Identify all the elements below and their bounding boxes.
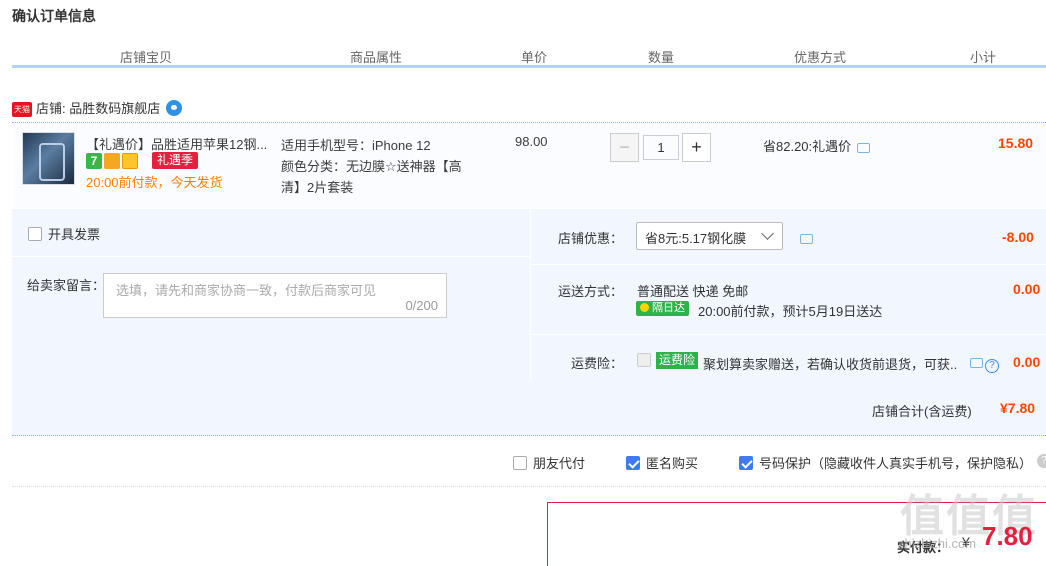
help-icon[interactable]: ?	[1037, 454, 1046, 468]
col-header-quantity: 数量	[648, 50, 675, 65]
invoice-label: 开具发票	[48, 227, 101, 242]
number-protect-checkbox[interactable]: 号码保护（隐藏收件人真实手机号，保护隐私）	[739, 453, 1032, 472]
seven-day-return-icon: 7	[86, 152, 102, 169]
message-icon[interactable]	[800, 230, 813, 245]
col-header-discount: 优惠方式	[794, 50, 847, 65]
promo-event-tag: 礼遇季	[152, 152, 199, 170]
friend-pay-label: 朋友代付	[533, 456, 586, 471]
anonymous-purchase-checkbox[interactable]: 匿名购买	[626, 453, 698, 472]
item-promo-text: 省82.20:礼遇价	[763, 139, 852, 154]
card-payment-icon	[122, 152, 138, 169]
shipping-fee: 0.00	[1013, 281, 1041, 297]
invoice-checkbox[interactable]: 开具发票	[28, 224, 100, 243]
unit-price: 98.00	[515, 134, 548, 149]
divider	[531, 334, 1046, 335]
shipping-label: 运送方式：	[558, 284, 624, 299]
divider	[12, 256, 530, 257]
divider	[12, 486, 1046, 487]
guarantee-icon	[104, 152, 120, 169]
insurance-tag: 运费险	[656, 352, 699, 369]
message-icon[interactable]	[857, 143, 871, 153]
qty-input[interactable]: 1	[643, 135, 679, 160]
checkbox-icon	[637, 353, 651, 367]
insurance-fee: 0.00	[1013, 354, 1041, 370]
insurance-label: 运费险：	[571, 356, 624, 371]
col-header-attributes: 商品属性	[350, 50, 403, 65]
checkbox-checked-icon[interactable]	[626, 456, 640, 470]
order-table-header: 店铺宝贝 商品属性 单价 数量 优惠方式 小计	[12, 44, 1046, 68]
next-day-badge: 隔日达	[636, 301, 689, 316]
checkbox-icon[interactable]	[513, 456, 527, 470]
attr-model: 适用手机型号：iPhone 12	[281, 138, 431, 153]
payment-total: 7.80	[982, 521, 1033, 551]
item-promo: 省82.20:礼遇价	[763, 136, 871, 155]
shop-discount-select[interactable]: 省8元:5.17钢化膜	[636, 222, 783, 250]
message-label: 给卖家留言：	[27, 278, 106, 293]
anonymous-label: 匿名购买	[646, 456, 699, 471]
shipping-eta: 20:00前付款，预计5月19日送达	[698, 304, 883, 319]
col-header-price: 单价	[521, 50, 548, 65]
message-placeholder: 选填，请先和商家协商一致，付款后商家可见	[116, 283, 377, 298]
insurance-checkbox	[637, 353, 657, 368]
shop-total-value: ¥7.80	[1000, 400, 1036, 416]
checkbox-icon[interactable]	[28, 227, 42, 241]
service-tags: 7 礼遇季	[86, 152, 199, 170]
product-attributes: 适用手机型号：iPhone 12 颜色分类：无边膜☆送神器【高清】2片套装	[281, 135, 471, 198]
chat-wangwang-icon[interactable]	[166, 100, 183, 116]
shop-line: 天猫 店铺: 品胜数码旗舰店	[12, 98, 183, 117]
shop-discount-label: 店铺优惠：	[558, 231, 624, 246]
shipping-method: 普通配送 快递 免邮	[637, 284, 749, 299]
message-counter: 0/200	[405, 298, 438, 313]
product-name-link[interactable]: 【礼遇价】品胜适用苹果12钢...	[86, 134, 272, 153]
qty-plus-button[interactable]: +	[682, 133, 711, 162]
number-protect-label: 号码保护（隐藏收件人真实手机号，保护隐私）	[759, 456, 1033, 471]
chevron-down-icon	[761, 227, 774, 240]
shop-name[interactable]: 店铺: 品胜数码旗舰店	[36, 101, 160, 116]
qty-minus-button[interactable]: −	[610, 133, 639, 162]
friend-pay-checkbox[interactable]: 朋友代付	[513, 453, 585, 472]
shop-discount-value: -8.00	[1002, 229, 1034, 245]
seller-message-textarea[interactable]: 选填，请先和商家协商一致，付款后商家可见 0/200	[103, 273, 447, 318]
divider	[531, 264, 1046, 265]
tmall-badge-icon: 天猫	[12, 102, 32, 117]
shop-discount-selected: 省8元:5.17钢化膜	[645, 231, 747, 246]
shop-total-label: 店铺合计(含运费)	[872, 404, 972, 419]
insurance-icons: ?	[970, 354, 999, 373]
insurance-text: 聚划算卖家赠送，若确认收货前退货，可获...	[703, 357, 958, 372]
col-header-subtotal: 小计	[970, 50, 997, 65]
dispatch-note: 20:00前付款，今天发货	[86, 175, 223, 190]
checkbox-checked-icon[interactable]	[739, 456, 753, 470]
item-subtotal: 15.80	[998, 135, 1034, 151]
watermark-site: zhizhizhi.com	[898, 536, 977, 551]
col-header-item: 店铺宝贝	[120, 50, 173, 65]
message-icon[interactable]	[970, 358, 983, 368]
page-title: 确认订单信息	[12, 8, 96, 24]
help-icon[interactable]: ?	[985, 359, 999, 373]
product-thumbnail[interactable]	[22, 132, 75, 185]
attr-color: 颜色分类：无边膜☆送神器【高清】2片套装	[281, 159, 462, 195]
